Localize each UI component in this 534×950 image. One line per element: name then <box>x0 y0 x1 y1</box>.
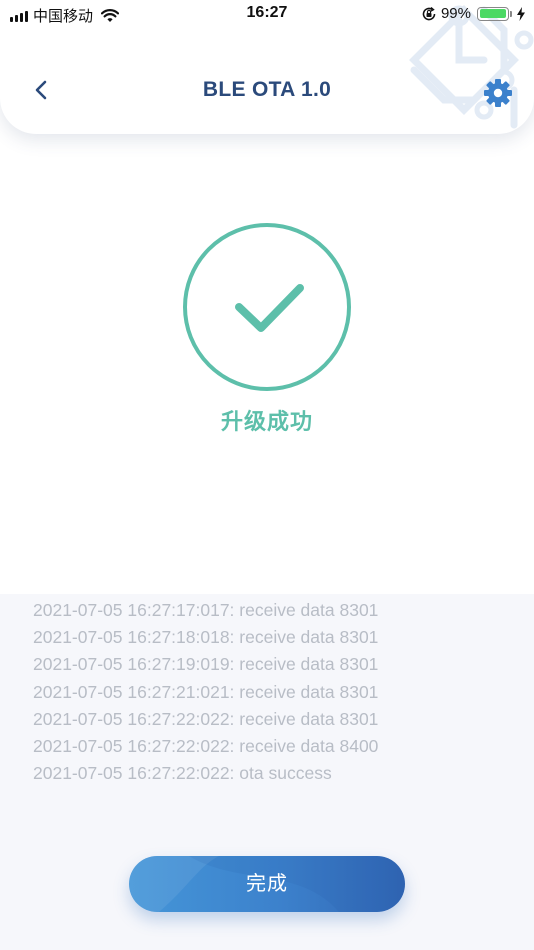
log-list: 2021-07-05 16:27:17:017: receive data 83… <box>33 597 378 787</box>
battery-tip <box>510 10 512 17</box>
done-button-label: 完成 <box>246 873 288 895</box>
log-line: 2021-07-05 16:27:18:018: receive data 83… <box>33 627 379 648</box>
battery-icon <box>477 6 509 21</box>
status-bar: 中国移动 16:27 99% <box>0 0 534 28</box>
done-button[interactable]: 完成 <box>129 856 405 912</box>
battery-percent: 99% <box>440 5 471 22</box>
orientation-lock-icon <box>422 6 436 20</box>
carrier-name: 中国移动 <box>33 8 94 25</box>
log-line: 2021-07-05 16:27:21:021: receive data 83… <box>33 681 379 702</box>
page-title: BLE OTA 1.0 <box>202 78 332 101</box>
log-line: 2021-07-05 16:27:22:022: receive data 84… <box>33 735 379 756</box>
settings-button[interactable] <box>482 77 514 109</box>
result-text: 升级成功 <box>220 409 313 434</box>
log-line: 2021-07-05 16:27:22:022: ota success <box>33 763 332 784</box>
log-line: 2021-07-05 16:27:19:019: receive data 83… <box>33 654 379 675</box>
log-line: 2021-07-05 16:27:17:017: receive data 83… <box>33 600 379 620</box>
charging-bolt-icon <box>517 6 525 21</box>
log-line: 2021-07-05 16:27:22:022: receive data 83… <box>33 708 379 729</box>
wifi-icon <box>101 8 120 22</box>
success-indicator <box>183 223 351 391</box>
check-icon <box>235 284 304 332</box>
cellular-signal-icon <box>10 10 28 22</box>
